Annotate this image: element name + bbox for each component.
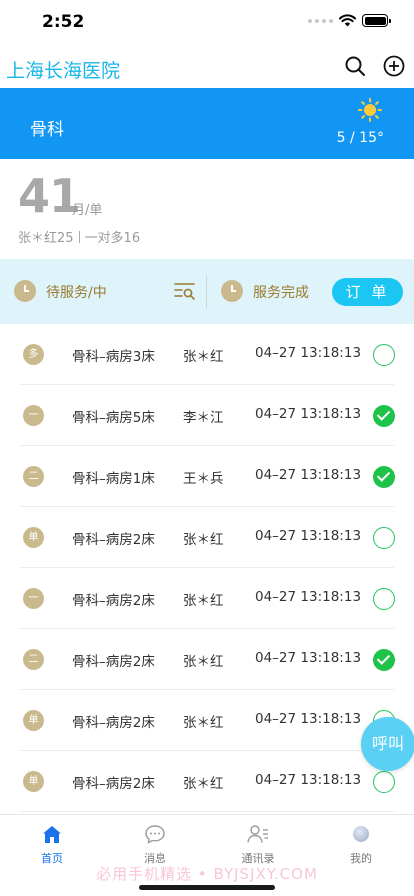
order-patient: 张＊红: [183, 776, 224, 792]
check-pending-icon[interactable]: [373, 344, 395, 366]
filter-list-icon[interactable]: [174, 281, 196, 301]
message-icon: [145, 825, 165, 844]
order-time: 04–27 13:18:13: [255, 345, 362, 361]
tab-contacts[interactable]: 通讯录: [223, 823, 293, 866]
pending-filter[interactable]: 待服务/中: [46, 282, 107, 302]
order-room: 骨科–病房2床: [72, 715, 155, 731]
department-banner: 骨科 5 / 15°: [0, 88, 414, 159]
order-type-badge: 单: [23, 771, 44, 792]
check-done-icon[interactable]: [373, 649, 395, 671]
add-icon[interactable]: [382, 54, 406, 78]
status-bar: 2:52: [0, 0, 414, 44]
tab-messages[interactable]: 消息: [120, 823, 190, 866]
search-icon[interactable]: [343, 54, 367, 78]
monthly-stats: 41 月/单 张＊红25 一对多16: [0, 159, 414, 259]
order-type-badge: 二: [23, 649, 44, 670]
order-time: 04–27 13:18:13: [255, 772, 362, 788]
call-button[interactable]: 呼叫: [361, 717, 414, 771]
tab-profile[interactable]: 我的: [326, 823, 396, 866]
status-icons: [308, 14, 391, 27]
order-type-badge: 单: [23, 710, 44, 731]
check-pending-icon[interactable]: [373, 771, 395, 793]
order-room: 骨科–病房2床: [72, 776, 155, 792]
order-list: 多骨科–病房3床 张＊红 04–27 13:18:13 一骨科–病房5床 李＊江 04–2…: [0, 324, 414, 812]
clock-icon: [14, 280, 36, 302]
battery-icon: [362, 14, 391, 27]
order-row[interactable]: 单 骨科–病房2床 张＊红 04–27 13:18:13: [0, 690, 414, 751]
sun-icon: [358, 98, 382, 122]
order-time: 04–27 13:18:13: [255, 589, 362, 605]
filter-bar: 待服务/中 服务完成 订 单: [0, 259, 414, 324]
order-row[interactable]: 单 骨科–病房2床 张＊红 04–27 13:18:13: [0, 507, 414, 568]
order-type-badge: 多: [23, 344, 44, 365]
order-time: 04–27 13:18:13: [255, 650, 362, 666]
order-row[interactable]: 二 骨科–病房1床 王＊兵 04–27 13:18:13: [0, 446, 414, 507]
home-indicator: [139, 885, 275, 890]
stat-count: 41: [18, 169, 81, 223]
order-patient: 张＊红: [183, 593, 224, 609]
check-pending-icon[interactable]: [373, 588, 395, 610]
order-room: 骨科–病房5床: [72, 410, 155, 426]
department-name: 骨科: [30, 120, 64, 140]
order-type-badge: 一: [23, 405, 44, 426]
order-type-badge: 单: [23, 527, 44, 548]
order-room: 骨科–病房3床: [72, 349, 155, 365]
order-time: 04–27 13:18:13: [255, 406, 362, 422]
check-pending-icon[interactable]: [373, 527, 395, 549]
stat-separator: [78, 230, 80, 243]
order-room: 骨科–病房1床: [72, 471, 155, 487]
stat-meta: 张＊红25 一对多16: [18, 227, 140, 246]
order-patient: 李＊江: [183, 410, 224, 426]
order-time: 04–27 13:18:13: [255, 528, 362, 544]
order-row[interactable]: 一 骨科–病房2床 张＊红 04–27 13:18:13: [0, 568, 414, 629]
filter-divider: [206, 275, 207, 308]
order-row[interactable]: 多 骨科–病房3床 张＊红 04–27 13:18:13: [0, 324, 414, 385]
order-type-badge: 二: [23, 466, 44, 487]
order-patient: 张＊红: [183, 654, 224, 670]
status-time: 2:52: [42, 12, 85, 32]
navbar: 上海长海医院: [0, 44, 414, 88]
done-filter[interactable]: 服务完成: [253, 282, 309, 302]
order-patient: 王＊兵: [183, 471, 224, 487]
check-done-icon[interactable]: [373, 466, 395, 488]
watermark: 必用手机精选 • BYJSJXY.COM: [96, 865, 318, 883]
weather-temperature: 5 / 15°: [336, 130, 384, 146]
check-done-icon[interactable]: [373, 405, 395, 427]
order-row[interactable]: 一 骨科–病房5床 李＊江 04–27 13:18:13: [0, 385, 414, 446]
contacts-icon: [247, 825, 268, 843]
order-time: 04–27 13:18:13: [255, 467, 362, 483]
order-button[interactable]: 订 单: [332, 278, 403, 306]
profile-icon: [353, 826, 369, 842]
order-row[interactable]: 单 骨科–病房2床 张＊红 04–27 13:18:13: [0, 751, 414, 812]
page-title: 上海长海医院: [6, 60, 121, 82]
tab-home[interactable]: 首页: [17, 823, 87, 866]
clock-icon: [221, 280, 243, 302]
stat-meta-b: 一对多16: [84, 231, 141, 246]
order-row[interactable]: 二 骨科–病房2床 张＊红 04–27 13:18:13: [0, 629, 414, 690]
stat-unit: 月/单: [72, 203, 103, 218]
order-patient: 张＊红: [183, 715, 224, 731]
order-patient: 张＊红: [183, 349, 224, 365]
order-patient: 张＊红: [183, 532, 224, 548]
order-time: 04–27 13:18:13: [255, 711, 362, 727]
signal-icon: [308, 18, 333, 23]
order-type-badge: 一: [23, 588, 44, 609]
order-room: 骨科–病房2床: [72, 532, 155, 548]
wifi-icon: [339, 14, 356, 27]
home-icon: [43, 825, 61, 843]
tab-bar: 首页 消息 通讯录 我的 必用手机精选 • BYJSJXY.COM: [0, 814, 414, 896]
order-room: 骨科–病房2床: [72, 654, 155, 670]
stat-meta-a: 张＊红25: [18, 231, 74, 246]
order-room: 骨科–病房2床: [72, 593, 155, 609]
